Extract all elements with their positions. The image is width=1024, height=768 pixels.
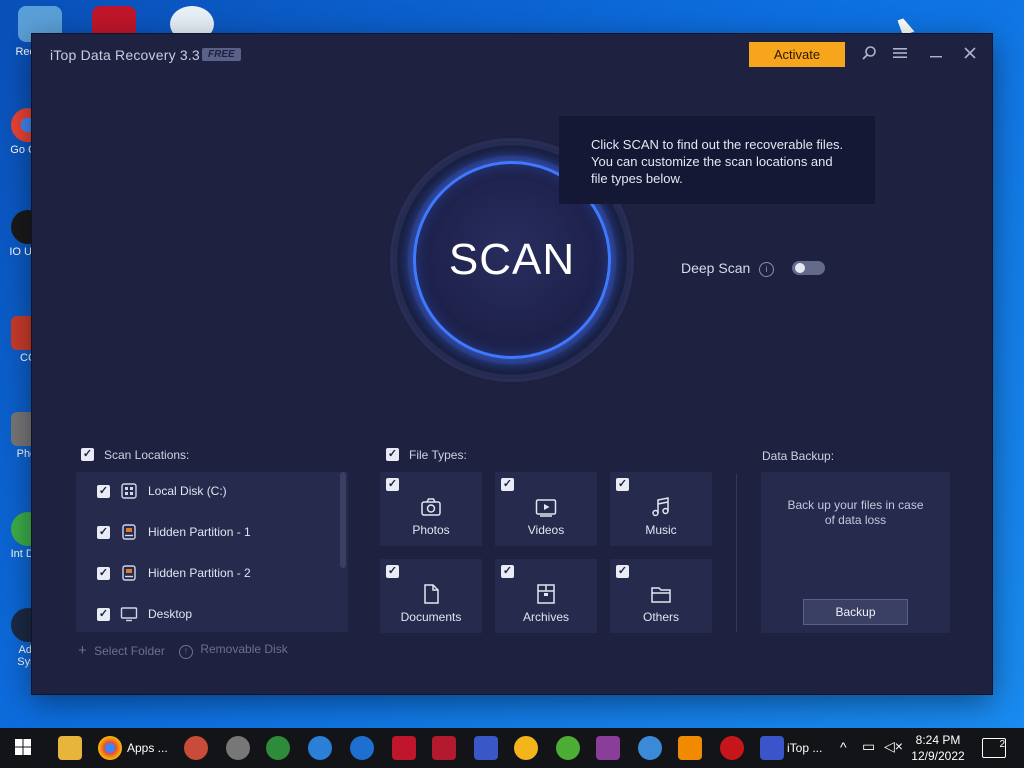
- system-clock[interactable]: 8:24 PM 12/9/2022: [906, 732, 970, 764]
- location-item-hidden-partition-2[interactable]: ✓ Hidden Partition - 2: [76, 554, 338, 594]
- activate-button[interactable]: Activate: [749, 42, 845, 67]
- uninstaller-taskbar-icon[interactable]: [266, 736, 290, 760]
- p-app-taskbar-icon[interactable]: [474, 736, 498, 760]
- backup-description: Back up your files in case of data loss: [787, 498, 924, 527]
- ccleaner-blue-taskbar-icon[interactable]: [350, 736, 374, 760]
- monitor-icon: [120, 605, 138, 623]
- windows-start-icon[interactable]: [12, 736, 36, 760]
- backup-button[interactable]: Backup: [803, 599, 908, 625]
- plus-icon: +: [78, 642, 87, 659]
- file-type-checkbox[interactable]: ✓: [386, 565, 399, 578]
- network-icon[interactable]: ▭: [862, 738, 875, 755]
- tooltip-line: file types below.: [591, 171, 683, 186]
- video-icon: [535, 496, 557, 518]
- file-type-checkbox[interactable]: ✓: [616, 565, 629, 578]
- advanced-systemcare-taskbar-icon[interactable]: [720, 736, 744, 760]
- file-type-label: Archives: [522, 610, 569, 624]
- file-types-header: File Types:: [409, 448, 467, 462]
- location-checkbox[interactable]: ✓: [97, 485, 110, 498]
- info-circle-icon: !: [179, 645, 193, 659]
- file-type-checkbox[interactable]: ✓: [501, 478, 514, 491]
- location-item-local-disk[interactable]: ✓ Local Disk (C:): [76, 472, 338, 512]
- deep-scan-label: Deep Scan: [681, 260, 751, 276]
- file-type-checkbox[interactable]: ✓: [616, 478, 629, 491]
- location-label: Hidden Partition - 1: [148, 525, 251, 539]
- globe-taskbar-icon[interactable]: [308, 736, 332, 760]
- winrar-taskbar-icon[interactable]: [596, 736, 620, 760]
- app-blue-taskbar-icon[interactable]: [638, 736, 662, 760]
- camera-icon: [420, 496, 442, 518]
- location-checkbox[interactable]: ✓: [97, 526, 110, 539]
- recorder-taskbar-icon[interactable]: [392, 736, 416, 760]
- data-backup-header: Data Backup:: [762, 449, 835, 463]
- app-taskbar-icon[interactable]: [226, 736, 250, 760]
- file-type-checkbox[interactable]: ✓: [386, 478, 399, 491]
- location-checkbox[interactable]: ✓: [97, 567, 110, 580]
- itop-taskbar-icon[interactable]: [760, 736, 784, 760]
- scan-locations-checkbox[interactable]: ✓: [81, 448, 94, 461]
- deep-scan-toggle[interactable]: [792, 261, 825, 275]
- music-note-icon: [650, 496, 672, 518]
- ccleaner-taskbar-icon[interactable]: [184, 736, 208, 760]
- scan-locations-header: Scan Locations:: [104, 448, 190, 462]
- chrome-taskbar-label[interactable]: Apps ...: [127, 741, 168, 755]
- location-label: Hidden Partition - 2: [148, 566, 251, 580]
- drive-icon: [120, 482, 138, 500]
- tooltip-line: You can customize the scan locations and: [591, 154, 833, 169]
- locations-scrollbar[interactable]: [340, 472, 346, 568]
- mouse-cursor: [897, 16, 915, 36]
- location-checkbox[interactable]: ✓: [97, 608, 110, 621]
- minimize-icon[interactable]: [927, 45, 945, 63]
- volume-muted-icon[interactable]: ◁×: [884, 738, 903, 755]
- file-explorer-icon[interactable]: [58, 736, 82, 760]
- app-window: iTop Data Recovery 3.3 FREE Activate SCA…: [32, 34, 992, 694]
- free-badge: FREE: [202, 48, 241, 61]
- taskbar: Apps ... iTop ... ^ ▭ ◁× 8:24 PM 12/9/20…: [0, 728, 1024, 768]
- archive-icon: [535, 583, 557, 605]
- scan-tooltip: Click SCAN to find out the recoverable f…: [559, 116, 875, 204]
- location-label: Desktop: [148, 607, 193, 621]
- partition-icon: [120, 564, 138, 582]
- title-bar[interactable]: iTop Data Recovery 3.3 FREE Activate: [32, 34, 992, 76]
- select-folder-link[interactable]: + Select Folder: [78, 642, 165, 659]
- chevron-up-icon[interactable]: ^: [840, 739, 847, 755]
- partition-icon: [120, 523, 138, 541]
- data-backup-panel: Back up your files in case of data loss …: [761, 472, 950, 633]
- file-type-label: Music: [645, 523, 677, 537]
- file-type-music[interactable]: ✓ Music: [610, 472, 712, 546]
- shield-taskbar-icon[interactable]: [514, 736, 538, 760]
- itop-taskbar-label[interactable]: iTop ...: [787, 741, 822, 755]
- file-type-label: Others: [642, 610, 679, 624]
- vlc-taskbar-icon[interactable]: [678, 736, 702, 760]
- file-types-checkbox[interactable]: ✓: [386, 448, 399, 461]
- file-type-label: Photos: [412, 523, 450, 537]
- folder-icon: [650, 583, 672, 605]
- document-icon: [420, 583, 442, 605]
- scan-locations-list: ✓ Local Disk (C:) ✓ Hidden Partition - 1…: [76, 472, 348, 632]
- file-type-archives[interactable]: ✓ Archives: [495, 559, 597, 633]
- file-type-photos[interactable]: ✓ Photos: [380, 472, 482, 546]
- removable-disk-link[interactable]: ! Removable Disk: [179, 642, 288, 659]
- search-icon[interactable]: [860, 45, 878, 63]
- tooltip-line: Click SCAN to find out the recoverable f…: [591, 137, 844, 152]
- section-divider: [736, 474, 737, 632]
- notification-center-icon[interactable]: 2: [982, 738, 1006, 758]
- utorrent-taskbar-icon[interactable]: [556, 736, 580, 760]
- menu-icon[interactable]: [891, 45, 909, 63]
- file-type-others[interactable]: ✓ Others: [610, 559, 712, 633]
- file-type-documents[interactable]: ✓ Documents: [380, 559, 482, 633]
- close-icon[interactable]: [961, 45, 979, 63]
- app-title: iTop Data Recovery 3.3: [50, 47, 200, 63]
- location-item-desktop[interactable]: ✓ Desktop: [76, 595, 338, 635]
- file-type-videos[interactable]: ✓ Videos: [495, 472, 597, 546]
- chrome-taskbar-icon[interactable]: [98, 736, 122, 760]
- info-icon[interactable]: i: [759, 262, 774, 277]
- location-item-hidden-partition-1[interactable]: ✓ Hidden Partition - 1: [76, 513, 338, 553]
- file-type-checkbox[interactable]: ✓: [501, 565, 514, 578]
- location-label: Local Disk (C:): [148, 484, 227, 498]
- file-type-label: Videos: [527, 523, 565, 537]
- video-editor-taskbar-icon[interactable]: [432, 736, 456, 760]
- file-type-label: Documents: [400, 610, 462, 624]
